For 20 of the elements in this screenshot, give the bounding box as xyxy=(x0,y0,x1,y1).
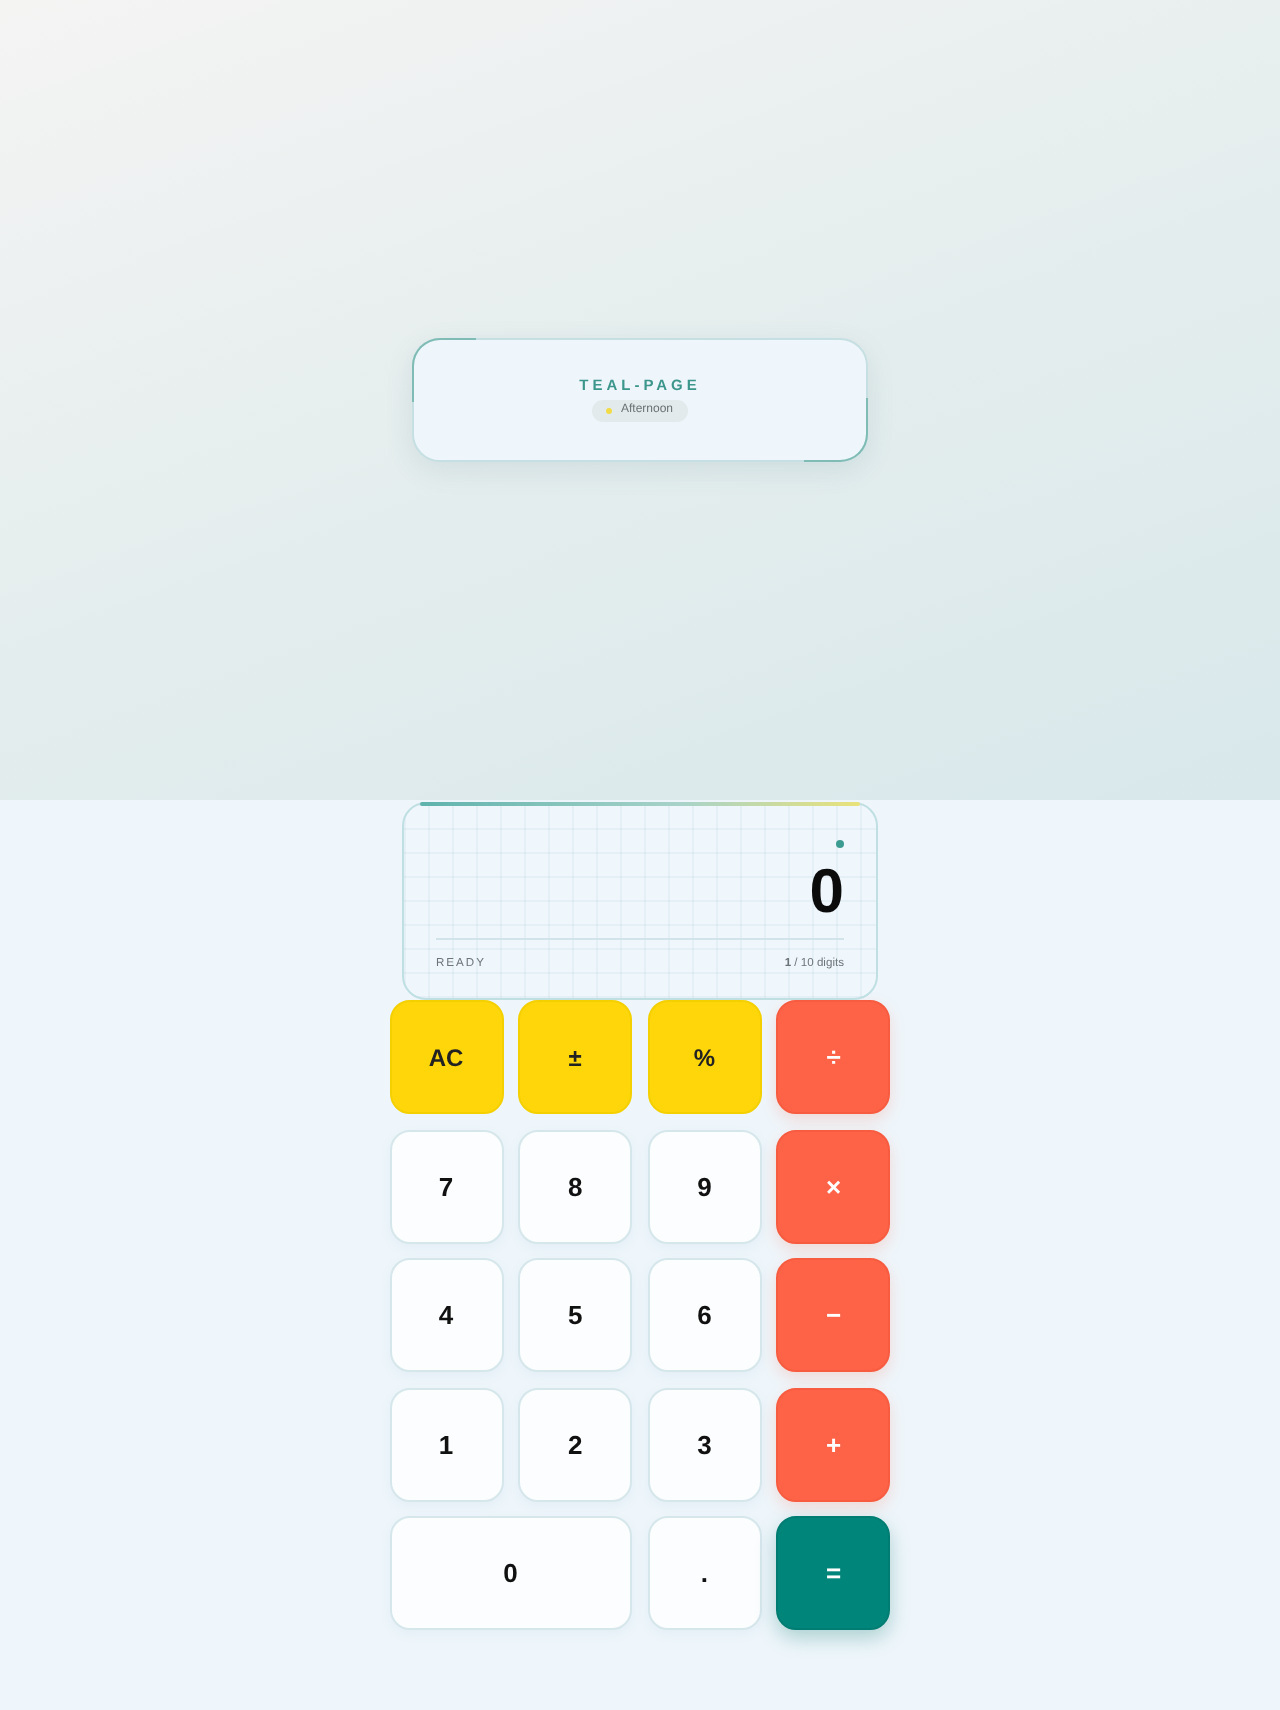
calculator-key[interactable]: ± xyxy=(518,1000,633,1114)
dot-icon xyxy=(606,408,613,415)
calculator-key[interactable]: 8 xyxy=(518,1129,633,1243)
status-dot-icon xyxy=(836,840,844,848)
calculator-key[interactable]: 2 xyxy=(518,1387,633,1501)
calculator-key[interactable]: = xyxy=(776,1516,891,1630)
calculator-key[interactable]: 6 xyxy=(647,1258,762,1372)
display-value: 0 xyxy=(809,860,844,922)
corner-accent xyxy=(412,338,476,402)
calculator-key[interactable]: 3 xyxy=(647,1387,762,1501)
calculator-key[interactable]: 0 xyxy=(389,1516,633,1630)
calculator-key[interactable]: % xyxy=(647,1000,762,1114)
calculator-key[interactable]: AC xyxy=(389,1000,503,1114)
calculator-key[interactable]: . xyxy=(647,1516,762,1630)
calculator-key[interactable]: 5 xyxy=(518,1258,633,1372)
calculator-key[interactable]: 9 xyxy=(647,1129,762,1243)
calculator-key[interactable]: 7 xyxy=(389,1129,503,1243)
calculator-key[interactable]: 1 xyxy=(389,1387,503,1501)
corner-accent xyxy=(804,398,868,462)
calculator-key[interactable]: 4 xyxy=(389,1258,503,1372)
